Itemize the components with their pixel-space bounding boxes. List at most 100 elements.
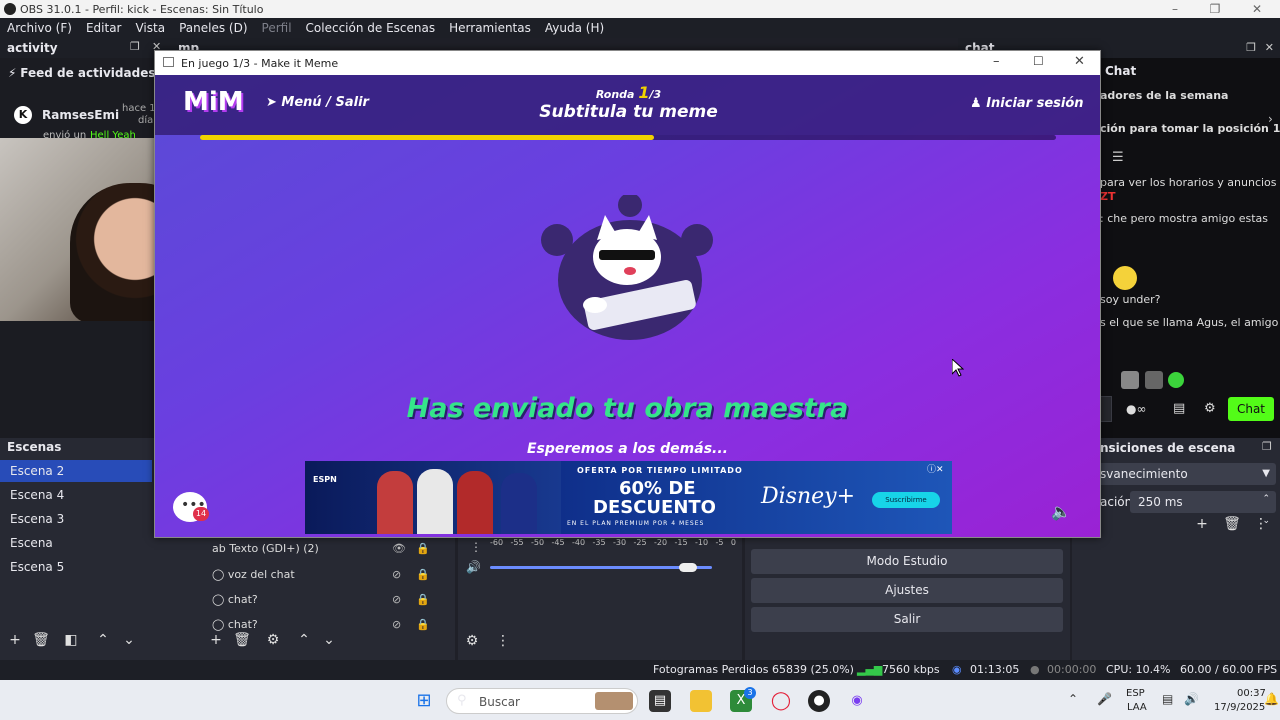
obs-menubar: Archivo (F) Editar Vista Paneles (D) Per… <box>0 18 1280 38</box>
round-indicator: Ronda 1/3 <box>555 83 702 102</box>
menu-paneles[interactable]: Paneles (D) <box>179 21 247 35</box>
chevron-up-icon[interactable]: ⌃ <box>1068 692 1078 706</box>
move-down-icon[interactable]: ⌄ <box>320 632 338 648</box>
studio-mode-button[interactable]: Modo Estudio <box>751 549 1063 574</box>
move-down-icon[interactable]: ⌄ <box>120 632 138 648</box>
add-transition-icon[interactable]: + <box>1193 516 1211 532</box>
move-up-icon[interactable]: ⌃ <box>295 632 313 648</box>
mixer-menu-icon[interactable]: ⋮ <box>470 540 482 554</box>
status-bar: Fotogramas Perdidos 65839 (25.0%) ▂▄▆ 75… <box>0 660 1280 680</box>
feed-header: ⚡ Feed de actividades <box>8 66 155 80</box>
minimize-icon[interactable]: – <box>993 54 1000 69</box>
eye-hidden-icon[interactable]: ⊘ <box>392 593 401 606</box>
signal-icon: ▂▄▆ <box>857 663 883 676</box>
undock-icon[interactable]: ❐ <box>130 40 140 53</box>
eye-icon[interactable]: 👁 <box>392 542 406 555</box>
eye-hidden-icon[interactable]: ⊘ <box>392 568 401 581</box>
duration-input[interactable]: 250 ms ⌃ ⌄ <box>1130 491 1276 526</box>
eye-hidden-icon[interactable]: ⊘ <box>392 618 401 631</box>
menu-vista[interactable]: Vista <box>135 21 165 35</box>
source-item[interactable]: ◯ chat? <box>212 618 258 631</box>
close-icon[interactable]: ✕ <box>1242 1 1272 17</box>
undock-icon[interactable]: ❐ <box>1246 41 1256 54</box>
minimize-icon[interactable]: – <box>1160 1 1190 17</box>
feed-user: RamsesEmi <box>42 108 120 122</box>
menu-herramientas[interactable]: Herramientas <box>449 21 531 35</box>
source-item[interactable]: ◯ voz del chat <box>212 568 295 581</box>
activity-dock-title: activity <box>0 38 170 58</box>
lock-icon[interactable]: 🔒 <box>416 618 430 631</box>
ad-banner[interactable]: ESPN OFERTA POR TIEMPO LIMITADO 60% DE D… <box>305 461 952 534</box>
mim-logo[interactable]: MiM <box>183 87 244 117</box>
source-item[interactable]: ◯ chat? <box>212 593 258 606</box>
language-layout[interactable]: LAA <box>1127 702 1147 713</box>
clock-time[interactable]: 00:37 <box>1237 688 1266 699</box>
folder-icon[interactable] <box>690 690 712 712</box>
windows-start-icon[interactable]: ⊞ <box>413 690 435 712</box>
speaker-icon[interactable]: 🔊 <box>466 560 481 574</box>
add-source-icon[interactable]: + <box>207 632 225 648</box>
filter-icon[interactable]: ☰ <box>1112 150 1124 165</box>
notifications-icon[interactable]: 🔔 <box>1264 692 1279 706</box>
mute-icon[interactable]: 🔈 <box>1051 502 1071 521</box>
remove-source-icon[interactable]: 🗑 <box>233 632 251 648</box>
undock-icon[interactable]: ❐ <box>1262 440 1272 453</box>
close-icon[interactable]: ✕ <box>1074 54 1085 69</box>
mixer-settings-icon[interactable]: ⚙ <box>463 633 481 649</box>
add-scene-icon[interactable]: + <box>6 632 24 648</box>
ad-cta-button[interactable]: Suscríbirme <box>872 492 940 508</box>
menu-archivo[interactable]: Archivo (F) <box>7 21 72 35</box>
scene-item[interactable]: Escena 2 <box>0 460 152 482</box>
scene-item[interactable]: Escena 3 <box>0 508 152 530</box>
menu-exit-button[interactable]: ➤ Menú / Salir <box>266 95 369 110</box>
login-button[interactable]: ♟ Iniciar sesión <box>970 96 1084 111</box>
gear-icon[interactable]: ⚙ <box>1204 401 1216 416</box>
opera-icon[interactable]: ◯ <box>770 690 792 712</box>
menu-perfil[interactable]: Perfil <box>262 21 292 35</box>
maximize-icon[interactable]: ☐ <box>1033 54 1044 68</box>
windows-taskbar <box>0 680 1280 720</box>
filter-scene-icon[interactable]: ◧ <box>62 632 80 648</box>
source-item[interactable]: ab Texto (GDI+) (2) <box>212 542 319 555</box>
users-icon[interactable]: ●∞ <box>1126 402 1146 416</box>
mixer-scale-tick: -40 <box>572 538 586 547</box>
obs-icon[interactable]: ● <box>808 690 830 712</box>
clock-date[interactable]: 17/9/2025 <box>1214 702 1265 713</box>
scene-item[interactable]: Escena <box>0 532 152 554</box>
move-up-icon[interactable]: ⌃ <box>94 632 112 648</box>
chat-bubble-button[interactable]: ••• 14 <box>173 492 209 522</box>
chat-send-button[interactable]: Chat <box>1228 397 1274 421</box>
stream-icon: ◉ <box>952 663 962 676</box>
microphone-icon[interactable]: 🎤 <box>1097 692 1112 706</box>
exit-button[interactable]: Salir <box>751 607 1063 632</box>
scene-item[interactable]: Escena 4 <box>0 484 152 506</box>
taskbar-search[interactable]: ⚲ Buscar <box>446 688 638 714</box>
menu-ayuda[interactable]: Ayuda (H) <box>545 21 604 35</box>
task-view-icon[interactable]: ▤ <box>649 690 671 712</box>
volume-icon[interactable]: 🔊 <box>1184 692 1199 706</box>
language-code[interactable]: ESP <box>1126 688 1145 699</box>
feed-time: hace 1 <box>122 103 156 114</box>
maximize-icon[interactable]: ❐ <box>1200 1 1230 17</box>
lock-icon[interactable]: 🔒 <box>416 568 430 581</box>
scene-item[interactable]: Escena 5 <box>0 556 152 578</box>
discord-icon[interactable]: ◉ <box>846 690 868 712</box>
chevron-right-icon[interactable]: › <box>1268 112 1273 126</box>
settings-button[interactable]: Ajustes <box>751 578 1063 603</box>
store-icon[interactable]: ▤ <box>1173 401 1185 416</box>
volume-slider-handle[interactable] <box>678 563 697 572</box>
menu-coleccion[interactable]: Colección de Escenas <box>306 21 436 35</box>
monitor-icon[interactable]: ▤ <box>1162 692 1173 706</box>
ad-info-icon[interactable]: ⓘ✕ <box>927 462 944 475</box>
mixer-menu-icon[interactable]: ⋮ <box>494 633 512 649</box>
gear-icon[interactable]: ⚙ <box>264 632 282 648</box>
chat-input[interactable] <box>1100 396 1112 422</box>
transition-type-select[interactable]: svanecimiento ▼ <box>1090 463 1276 485</box>
menu-editar[interactable]: Editar <box>86 21 122 35</box>
remove-transition-icon[interactable]: 🗑 <box>1223 516 1241 532</box>
transition-menu-icon[interactable]: ⋮ <box>1252 516 1270 532</box>
remove-scene-icon[interactable]: 🗑 <box>32 632 50 648</box>
lock-icon[interactable]: 🔒 <box>416 542 430 555</box>
dock-close-icon[interactable]: ✕ <box>1265 41 1274 54</box>
lock-icon[interactable]: 🔒 <box>416 593 430 606</box>
